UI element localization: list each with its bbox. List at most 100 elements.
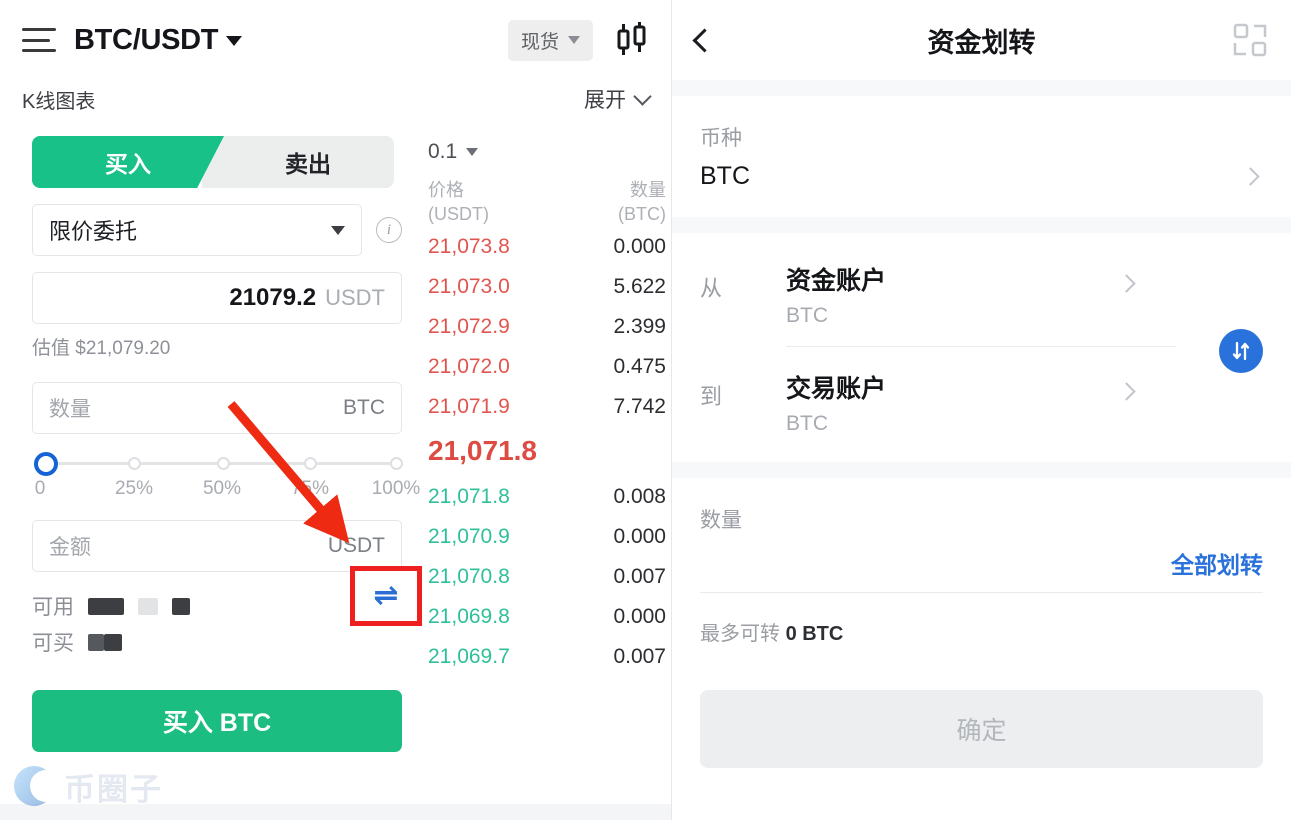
scan-icon[interactable] (1233, 23, 1267, 57)
amount-percent-slider[interactable]: 0 25% 50% 75% 100% (32, 452, 420, 508)
kline-expand-button[interactable]: 展开 (584, 84, 652, 114)
redacted-value (88, 597, 124, 615)
coin-row[interactable]: 币种 BTC (672, 96, 1291, 217)
order-type-value: 限价委托 (49, 219, 138, 244)
currency-swap-button[interactable]: ⇌ (350, 566, 422, 626)
quantity-unit: BTC (343, 396, 385, 419)
ask-row[interactable]: 21,071.9 7.742 (420, 387, 670, 427)
app-screen: BTC/USDT 现货 K线图表 展开 买入 卖出 限价委托 i 21079.2… (0, 0, 1291, 820)
bid-qty: 0.000 (613, 604, 666, 628)
trading-body: 买入 卖出 限价委托 i 21079.2 USDT 估值 $21,079.20 (0, 126, 671, 752)
fund-transfer-panel: 资金划转 币种 BTC 从 资金账户 BTC 到 交易账户 BTC 数量 全部划… (672, 0, 1291, 820)
order-book-price-header: 价格 (USDT) (428, 178, 489, 227)
section-divider (672, 217, 1291, 233)
max-transferable-value: 0 BTC (785, 623, 844, 645)
swap-horizontal-icon: ⇌ (373, 579, 399, 612)
bid-price: 21,071.8 (428, 484, 510, 508)
slider-label-25: 25% (114, 478, 154, 499)
tab-buy[interactable]: 买入 (32, 136, 224, 188)
order-type-row: 限价委托 i (32, 188, 402, 256)
price-header-label: 价格 (428, 180, 464, 200)
slider-label-50: 50% (202, 478, 242, 499)
transfer-from-label: 从 (700, 276, 723, 301)
amount-underline (700, 592, 1263, 593)
ask-price: 21,073.0 (428, 274, 510, 298)
slider-tick-75[interactable] (304, 457, 317, 470)
ask-price: 21,072.9 (428, 314, 510, 338)
spot-trading-panel: BTC/USDT 现货 K线图表 展开 买入 卖出 限价委托 i 21079.2… (0, 0, 672, 820)
quantity-input[interactable]: 数量 BTC (32, 382, 402, 434)
ask-qty: 2.399 (613, 314, 666, 338)
price-precision-selector[interactable]: 0.1 (420, 140, 670, 164)
candlestick-icon[interactable] (615, 22, 649, 58)
order-type-select[interactable]: 限价委托 (32, 204, 362, 256)
chevron-right-icon (1117, 382, 1136, 401)
qty-header-label: 数量 (630, 180, 666, 200)
price-input[interactable]: 21079.2 USDT (32, 272, 402, 324)
swap-accounts-button[interactable] (1219, 329, 1263, 373)
ask-row[interactable]: 21,072.9 2.399 (420, 307, 670, 347)
ask-row[interactable]: 21,072.0 0.475 (420, 347, 670, 387)
caret-down-icon (331, 225, 345, 235)
submit-order-button[interactable]: 买入 BTC (32, 690, 402, 752)
slider-label-75: 75% (290, 478, 330, 499)
max-transferable-row: 最多可转 0 BTC (700, 617, 1263, 646)
price-value: 21079.2 (229, 284, 317, 311)
ask-row[interactable]: 21,073.8 0.000 (420, 227, 670, 267)
amount-input[interactable]: 金额 USDT (32, 520, 402, 572)
slider-label-100: 100% (371, 478, 421, 499)
transfer-from-body: 资金账户 BTC (786, 261, 886, 328)
caret-down-icon (466, 148, 479, 156)
bid-price: 21,070.8 (428, 564, 510, 588)
bid-row[interactable]: 21,070.9 0.000 (420, 517, 670, 557)
bid-row[interactable]: 21,069.7 0.007 (420, 637, 670, 677)
slider-tick-50[interactable] (217, 457, 230, 470)
transfer-to-row[interactable]: 到 交易账户 BTC (700, 369, 1263, 444)
bid-qty: 0.007 (613, 564, 666, 588)
section-divider (672, 462, 1291, 478)
account-divider-line (786, 346, 1176, 347)
ask-qty: 0.000 (613, 234, 666, 258)
tab-sell[interactable]: 卖出 (202, 136, 394, 188)
bid-row[interactable]: 21,070.8 0.007 (420, 557, 670, 597)
bid-row[interactable]: 21,069.8 0.000 (420, 597, 670, 637)
info-icon[interactable]: i (376, 217, 402, 243)
transfer-header: 资金划转 (672, 0, 1291, 80)
transfer-all-button[interactable]: 全部划转 (1171, 546, 1263, 580)
kline-label: K线图表 (22, 90, 96, 113)
coin-label: 币种 (700, 127, 742, 150)
amount-unit: USDT (327, 534, 385, 557)
page-title: 资金划转 (927, 27, 1036, 58)
confirm-button[interactable]: 确定 (700, 690, 1263, 768)
transfer-to-label: 到 (700, 384, 723, 409)
slider-thumb[interactable] (34, 452, 58, 476)
order-book-header: 价格 (USDT) 数量 (BTC) (420, 164, 670, 227)
ask-row[interactable]: 21,073.0 5.622 (420, 267, 670, 307)
redacted-value (104, 633, 122, 651)
bottom-strip (0, 804, 671, 820)
trading-header: BTC/USDT 现货 (0, 0, 671, 80)
price-unit: USDT (325, 285, 385, 310)
transfer-amount-input[interactable]: 全部划转 (700, 534, 1263, 592)
price-precision-value: 0.1 (428, 140, 458, 163)
slider-tick-25[interactable] (128, 457, 141, 470)
hamburger-icon[interactable] (22, 28, 56, 52)
kline-bar: K线图表 展开 (0, 80, 671, 126)
bid-row[interactable]: 21,071.8 0.008 (420, 477, 670, 517)
transfer-from-row[interactable]: 从 资金账户 BTC (700, 261, 1263, 336)
price-header-unit: (USDT) (428, 204, 489, 225)
kline-expand-label: 展开 (584, 89, 626, 112)
transfer-amount-section: 数量 全部划转 最多可转 0 BTC 确定 (672, 478, 1291, 768)
available-label: 可用 (32, 596, 74, 619)
order-book-qty-header: 数量 (BTC) (618, 178, 666, 227)
coin-value: BTC (700, 162, 750, 190)
redacted-value (172, 597, 190, 615)
section-divider (672, 80, 1291, 96)
market-type-label: 现货 (520, 31, 559, 53)
trading-pair-selector[interactable]: BTC/USDT (74, 24, 243, 57)
amount-placeholder: 金额 (49, 536, 91, 559)
market-type-selector[interactable]: 现货 (507, 19, 593, 61)
bid-qty: 0.000 (613, 524, 666, 548)
ask-qty: 0.475 (613, 354, 666, 378)
slider-tick-100[interactable] (390, 457, 403, 470)
